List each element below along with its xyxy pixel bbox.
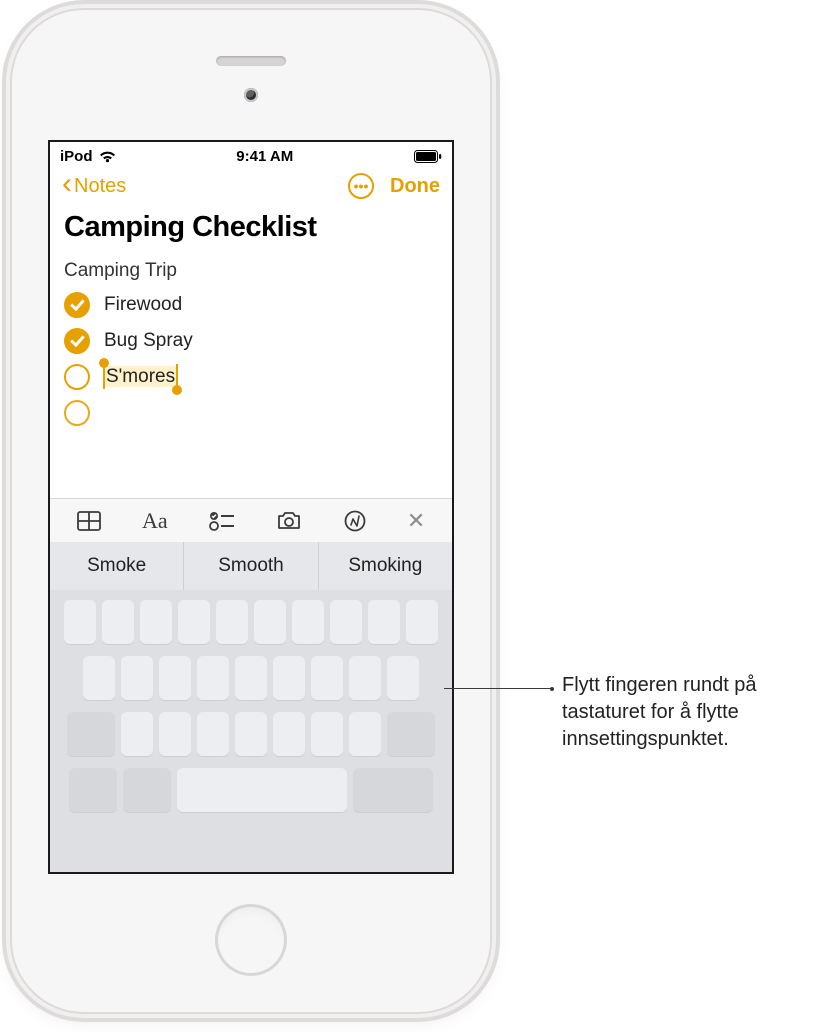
blank-key[interactable] xyxy=(273,712,305,756)
battery-icon xyxy=(414,150,442,163)
checkbox-checked-icon[interactable] xyxy=(64,292,90,318)
blank-key[interactable] xyxy=(368,600,400,644)
speaker-grille xyxy=(216,56,286,66)
blank-key[interactable] xyxy=(69,768,117,812)
spacebar[interactable] xyxy=(177,768,347,812)
back-label: Notes xyxy=(74,175,126,198)
text-format-icon[interactable]: Aa xyxy=(142,508,168,534)
blank-key[interactable] xyxy=(121,712,153,756)
blank-key[interactable] xyxy=(387,712,435,756)
blank-key[interactable] xyxy=(273,656,305,700)
status-bar: iPod 9:41 AM xyxy=(50,142,452,167)
blank-key[interactable] xyxy=(353,768,433,812)
nav-bar: ‹ Notes ••• Done xyxy=(50,167,452,203)
checkbox-unchecked-icon[interactable] xyxy=(64,364,90,390)
format-toolbar: Aa ✕ xyxy=(50,498,452,542)
back-button[interactable]: ‹ Notes xyxy=(62,175,126,198)
note-subtitle[interactable]: Camping Trip xyxy=(64,260,438,282)
checklist-icon[interactable] xyxy=(209,511,235,531)
ellipsis-icon: ••• xyxy=(354,178,369,194)
blank-key[interactable] xyxy=(159,656,191,700)
device-frame: iPod 9:41 AM ‹ Notes ••• D xyxy=(12,10,490,1012)
blank-key[interactable] xyxy=(197,656,229,700)
blank-key[interactable] xyxy=(406,600,438,644)
callout-text: Flytt fingeren rundt på tastaturet for å… xyxy=(562,672,802,753)
quicktype-bar: Smoke Smooth Smoking xyxy=(50,542,452,590)
blank-key[interactable] xyxy=(67,712,115,756)
chevron-left-icon: ‹ xyxy=(62,174,72,194)
done-button[interactable]: Done xyxy=(390,175,440,198)
screen: iPod 9:41 AM ‹ Notes ••• D xyxy=(48,140,454,874)
blank-key[interactable] xyxy=(64,600,96,644)
camera-icon[interactable] xyxy=(276,511,302,531)
callout-line xyxy=(444,688,554,689)
blank-key[interactable] xyxy=(159,712,191,756)
blank-key[interactable] xyxy=(311,656,343,700)
checklist-item-label[interactable]: Firewood xyxy=(104,294,182,316)
close-icon[interactable]: ✕ xyxy=(407,508,425,534)
blank-key[interactable] xyxy=(330,600,362,644)
blank-key[interactable] xyxy=(123,768,171,812)
suggestion[interactable]: Smooth xyxy=(184,542,318,590)
checklist-item[interactable]: S'mores xyxy=(64,364,438,390)
blank-key[interactable] xyxy=(102,600,134,644)
more-button[interactable]: ••• xyxy=(348,173,374,199)
blank-key[interactable] xyxy=(235,656,267,700)
checklist-item[interactable]: Firewood xyxy=(64,292,438,318)
note-title[interactable]: Camping Checklist xyxy=(64,211,438,244)
blank-key[interactable] xyxy=(83,656,115,700)
blank-key[interactable] xyxy=(178,600,210,644)
home-button[interactable] xyxy=(215,904,287,976)
carrier-label: iPod xyxy=(60,148,93,165)
blank-key[interactable] xyxy=(349,712,381,756)
wifi-icon xyxy=(99,150,116,163)
note-body[interactable]: Camping Checklist Camping Trip Firewood … xyxy=(50,203,452,426)
front-camera xyxy=(244,88,258,102)
checkbox-unchecked-icon[interactable] xyxy=(64,400,90,426)
table-icon[interactable] xyxy=(77,511,101,531)
blank-key[interactable] xyxy=(349,656,381,700)
checklist-item[interactable] xyxy=(64,400,438,426)
markup-icon[interactable] xyxy=(344,510,366,532)
blank-key[interactable] xyxy=(121,656,153,700)
blank-key[interactable] xyxy=(197,712,229,756)
keyboard-trackpad[interactable] xyxy=(50,590,452,872)
checklist-item-label[interactable]: S'mores xyxy=(104,366,177,388)
suggestion[interactable]: Smoke xyxy=(50,542,184,590)
text-selection[interactable]: S'mores xyxy=(104,366,177,387)
blank-key[interactable] xyxy=(235,712,267,756)
checkbox-checked-icon[interactable] xyxy=(64,328,90,354)
suggestion[interactable]: Smoking xyxy=(319,542,452,590)
blank-key[interactable] xyxy=(216,600,248,644)
blank-key[interactable] xyxy=(254,600,286,644)
blank-key[interactable] xyxy=(311,712,343,756)
clock: 9:41 AM xyxy=(236,148,293,165)
blank-key[interactable] xyxy=(140,600,172,644)
checklist-item-label[interactable]: Bug Spray xyxy=(104,330,193,352)
blank-key[interactable] xyxy=(292,600,324,644)
checklist-item[interactable]: Bug Spray xyxy=(64,328,438,354)
blank-key[interactable] xyxy=(387,656,419,700)
